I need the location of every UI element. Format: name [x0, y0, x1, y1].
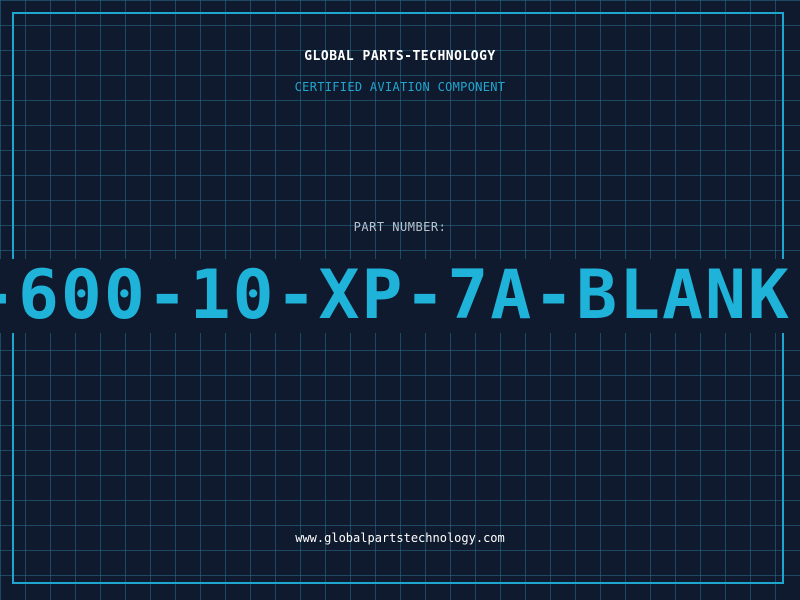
part-number-value: -600-10-XP-7A-BLANK [0, 259, 791, 333]
part-number-label: PART NUMBER: [353, 220, 447, 234]
certification-subtitle: CERTIFIED AVIATION COMPONENT [294, 80, 506, 94]
website-url: www.globalpartstechnology.com [295, 531, 505, 545]
part-label-card: GLOBAL PARTS-TECHNOLOGY CERTIFIED AVIATI… [0, 0, 800, 600]
company-name: GLOBAL PARTS-TECHNOLOGY [304, 49, 496, 64]
part-number-band: -600-10-XP-7A-BLANK [0, 259, 800, 333]
